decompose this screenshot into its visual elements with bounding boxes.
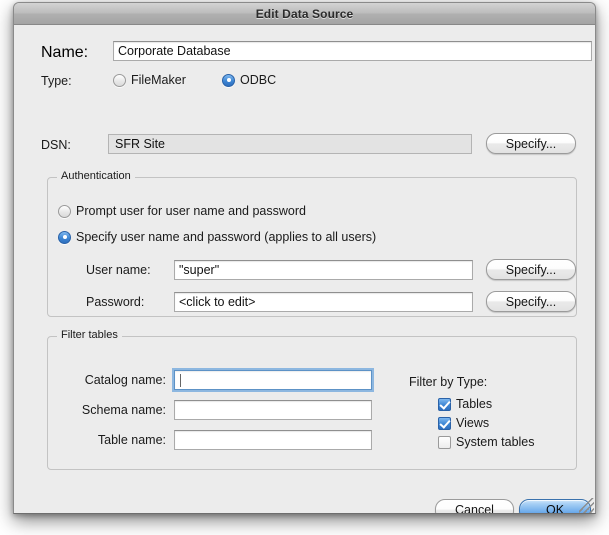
schema-name-input[interactable] [174,400,372,420]
catalog-name-label: Catalog name: [84,373,166,387]
password-input-value: <click to edit> [179,295,256,309]
resize-grip[interactable] [579,498,594,513]
radio-type-filemaker[interactable]: FileMaker [113,73,186,87]
radio-icon-prompt-user [58,204,71,218]
checkbox-label-tables: Tables [456,397,493,411]
name-input-value: Corporate Database [118,44,231,58]
radio-label-filemaker: FileMaker [131,73,186,87]
checkbox-icon-tables [438,397,451,411]
checkbox-label-system-tables: System tables [456,435,535,449]
radio-label-prompt-user: Prompt user for user name and password [76,204,306,218]
password-input[interactable]: <click to edit> [174,292,473,312]
type-label: Type: [41,74,72,88]
user-name-input[interactable]: "super" [174,260,473,280]
name-input[interactable]: Corporate Database [113,41,592,61]
password-label: Password: [86,295,145,309]
catalog-name-input[interactable] [172,368,374,392]
dsn-input-value: SFR Site [115,137,166,151]
radio-type-odbc[interactable]: ODBC [222,73,276,87]
dialog-body: Name: Corporate Database Type: FileMaker… [14,25,595,513]
radio-prompt-user[interactable]: Prompt user for user name and password [58,204,306,218]
window-title: Edit Data Source [255,6,354,21]
radio-icon-specify-user [58,230,71,244]
filter-tables-group-title: Filter tables [57,329,122,341]
checkbox-system-tables[interactable]: System tables [438,435,535,449]
title-bar[interactable]: Edit Data Source [14,3,595,25]
radio-icon-filemaker [113,73,126,87]
checkbox-views[interactable]: Views [438,416,535,430]
dsn-specify-button[interactable]: Specify... [486,133,576,154]
dsn-label: DSN: [41,138,71,152]
user-name-label: User name: [86,263,151,277]
password-specify-button[interactable]: Specify... [486,291,576,312]
filter-by-type-label: Filter by Type: [409,375,488,389]
authentication-group-title: Authentication [57,170,135,182]
user-name-specify-button[interactable]: Specify... [486,259,576,280]
checkbox-icon-views [438,416,451,430]
checkbox-icon-system-tables [438,435,451,449]
dsn-input[interactable]: SFR Site [108,134,472,154]
checkbox-tables[interactable]: Tables [438,397,535,411]
radio-icon-odbc [222,73,235,87]
radio-label-odbc: ODBC [240,73,277,87]
table-name-input[interactable] [174,430,372,450]
edit-data-source-dialog: Edit Data Source Name: Corporate Databas… [13,2,596,514]
schema-name-label: Schema name: [81,403,166,417]
checkbox-label-views: Views [456,416,490,430]
table-name-label: Table name: [97,433,166,447]
user-name-input-value: "super" [179,263,220,277]
radio-specify-user[interactable]: Specify user name and password (applies … [58,230,376,244]
text-caret [180,373,181,387]
name-label: Name: [41,44,89,61]
radio-label-specify-user: Specify user name and password (applies … [76,230,377,244]
cancel-button[interactable]: Cancel [435,499,514,513]
